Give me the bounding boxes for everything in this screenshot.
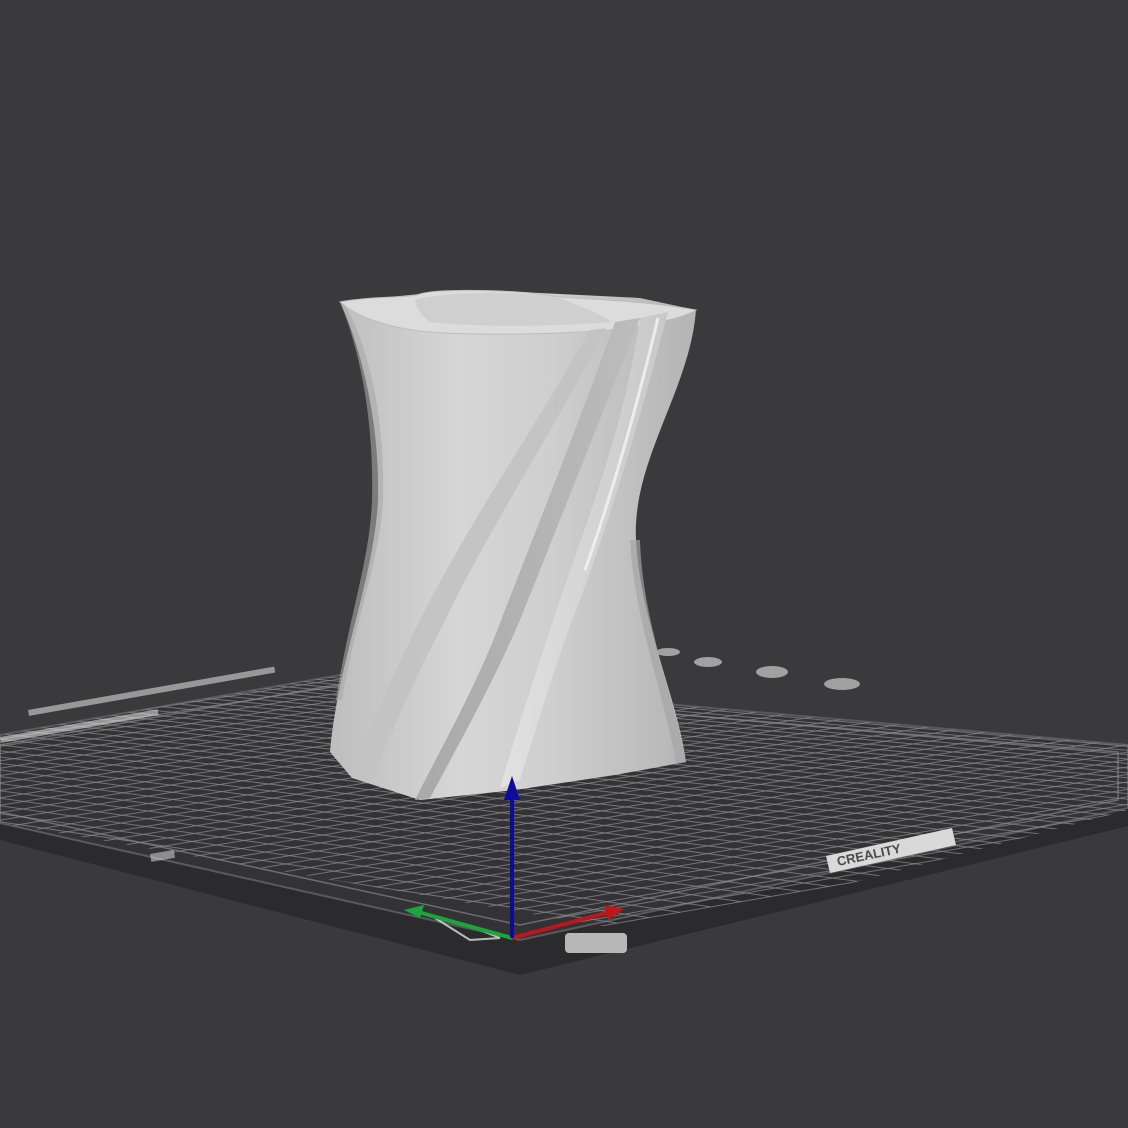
corner-label bbox=[565, 933, 627, 953]
twisted-vase-model[interactable] bbox=[330, 289, 698, 800]
viewport-canvas[interactable]: CREALITY bbox=[0, 0, 1128, 1128]
3d-viewport[interactable]: CREALITY bbox=[0, 0, 1128, 1128]
